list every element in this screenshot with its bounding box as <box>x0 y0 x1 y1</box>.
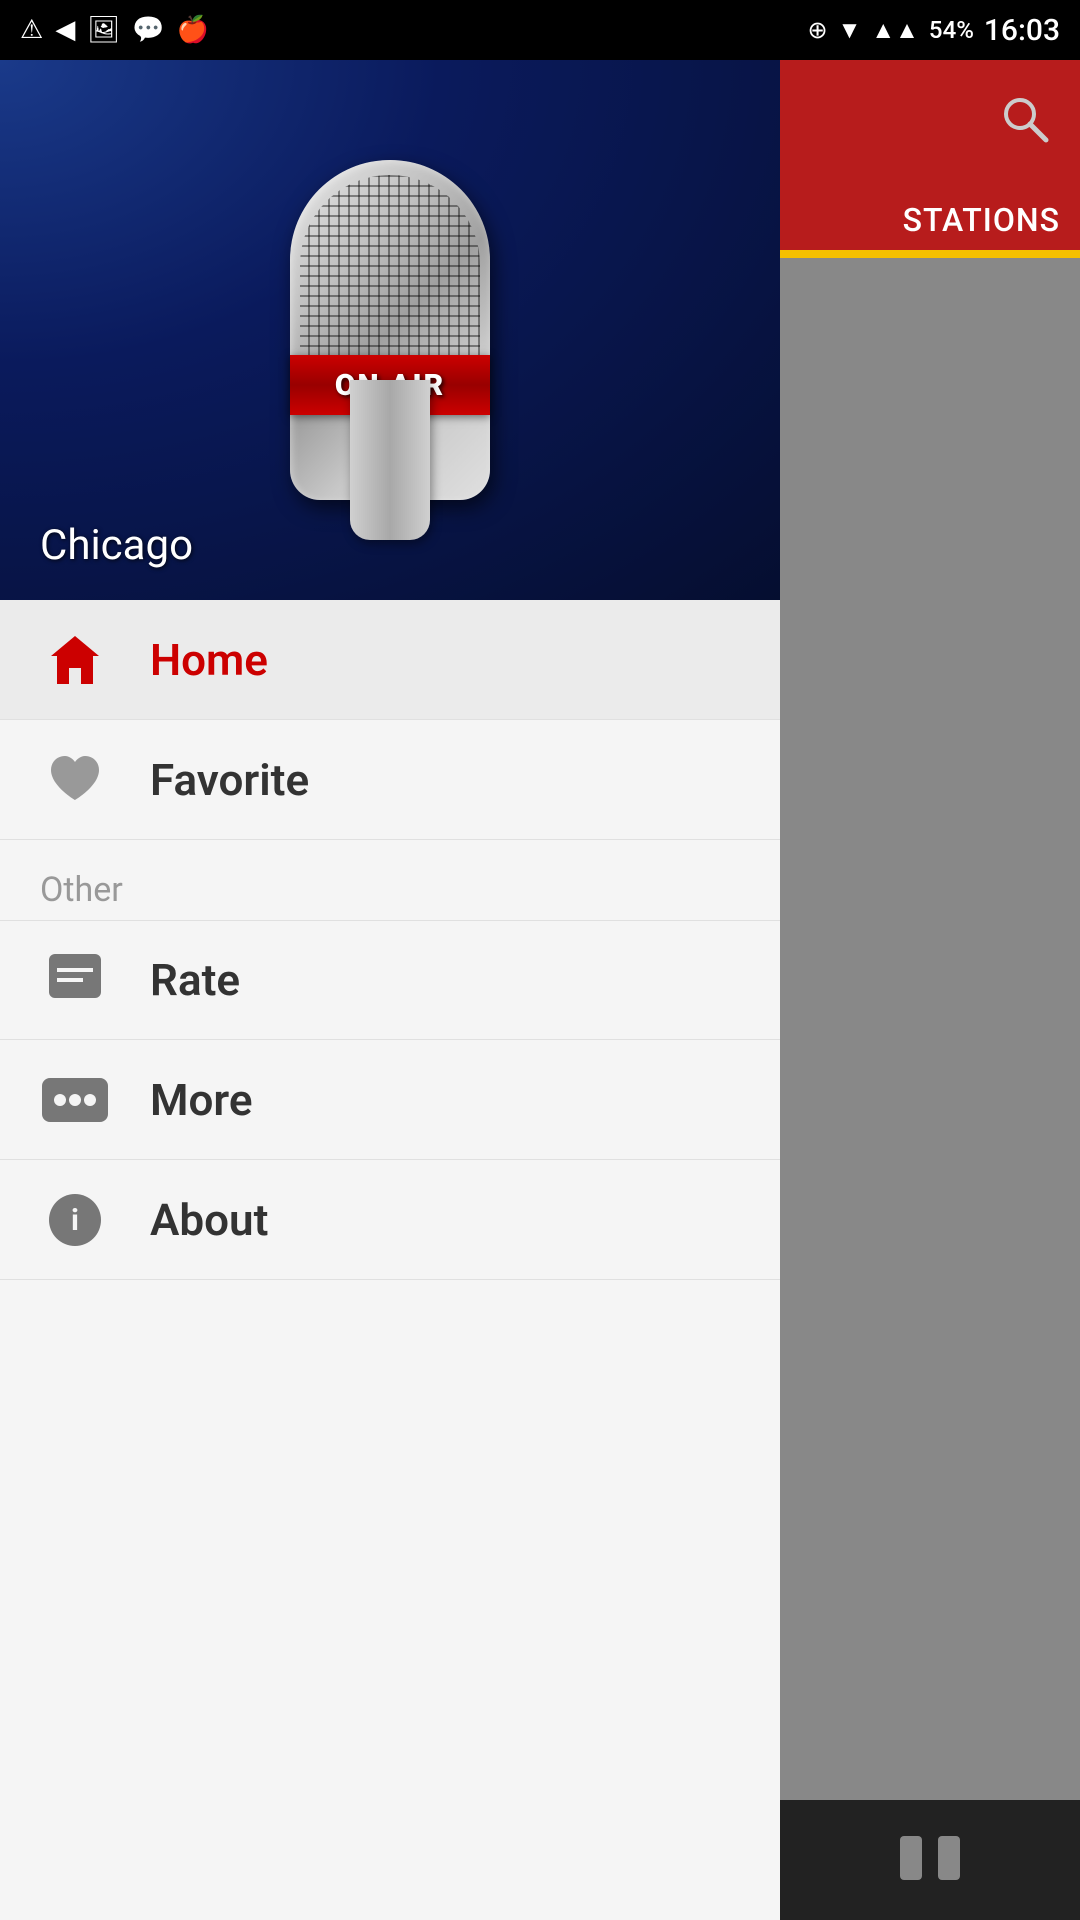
add-icon: ⊕ <box>808 16 828 44</box>
right-content-area <box>780 258 1080 1800</box>
notification-icon: ⚠ <box>20 15 43 45</box>
yellow-accent-bar <box>780 250 1080 258</box>
status-bar: ⚠ ◀ 🖼 💬 🍎 ⊕ ▼ ▲▲ 54% 16:03 <box>0 0 1080 60</box>
pause-button[interactable] <box>890 1828 970 1892</box>
nav-favorite-label: Favorite <box>150 754 309 806</box>
nav-item-rate[interactable]: Rate <box>0 920 780 1040</box>
back-icon[interactable]: ◀ <box>55 15 75 45</box>
status-bar-right: ⊕ ▼ ▲▲ 54% 16:03 <box>808 13 1060 48</box>
signal-icon: ▲▲ <box>871 16 919 45</box>
microphone-illustration: ON AIR <box>180 80 600 580</box>
image-icon: 🖼 <box>87 15 120 45</box>
nav-item-about[interactable]: i About <box>0 1160 780 1280</box>
svg-text:i: i <box>71 1203 79 1238</box>
player-bar[interactable] <box>780 1800 1080 1920</box>
chat-icon: 💬 <box>132 15 164 45</box>
heart-icon <box>40 745 110 815</box>
nav-item-favorite[interactable]: Favorite <box>0 720 780 840</box>
info-icon: i <box>40 1185 110 1255</box>
stations-text: STATIONS <box>903 201 1060 239</box>
nav-item-home[interactable]: Home <box>0 600 780 720</box>
hero-background: ON AIR Chicago <box>0 60 780 600</box>
nav-rate-label: Rate <box>150 954 240 1006</box>
nav-more-label: More <box>150 1074 253 1126</box>
drawer: ON AIR Chicago Home <box>0 60 780 1920</box>
time-label: 16:03 <box>984 13 1060 48</box>
stations-label-bar: STATIONS <box>780 190 1080 250</box>
section-other-header: Other <box>0 840 780 920</box>
city-label: Chicago <box>40 521 193 570</box>
mic-handle <box>350 380 430 540</box>
nav-item-more[interactable]: More <box>0 1040 780 1160</box>
search-icon[interactable] <box>1000 94 1050 156</box>
right-panel: STATIONS <box>780 60 1080 1920</box>
status-bar-left: ⚠ ◀ 🖼 💬 🍎 <box>20 15 209 45</box>
app-container: ON AIR Chicago Home <box>0 60 1080 1920</box>
more-icon <box>40 1065 110 1135</box>
rate-icon <box>40 945 110 1015</box>
hero-image: ON AIR Chicago <box>0 60 780 600</box>
nav-about-label: About <box>150 1194 268 1246</box>
wifi-icon: ▼ <box>838 16 862 45</box>
right-header <box>780 60 1080 190</box>
battery-label: 54% <box>929 16 974 44</box>
app-icon: 🍎 <box>177 15 209 45</box>
home-icon <box>40 625 110 695</box>
nav-home-label: Home <box>150 634 268 686</box>
